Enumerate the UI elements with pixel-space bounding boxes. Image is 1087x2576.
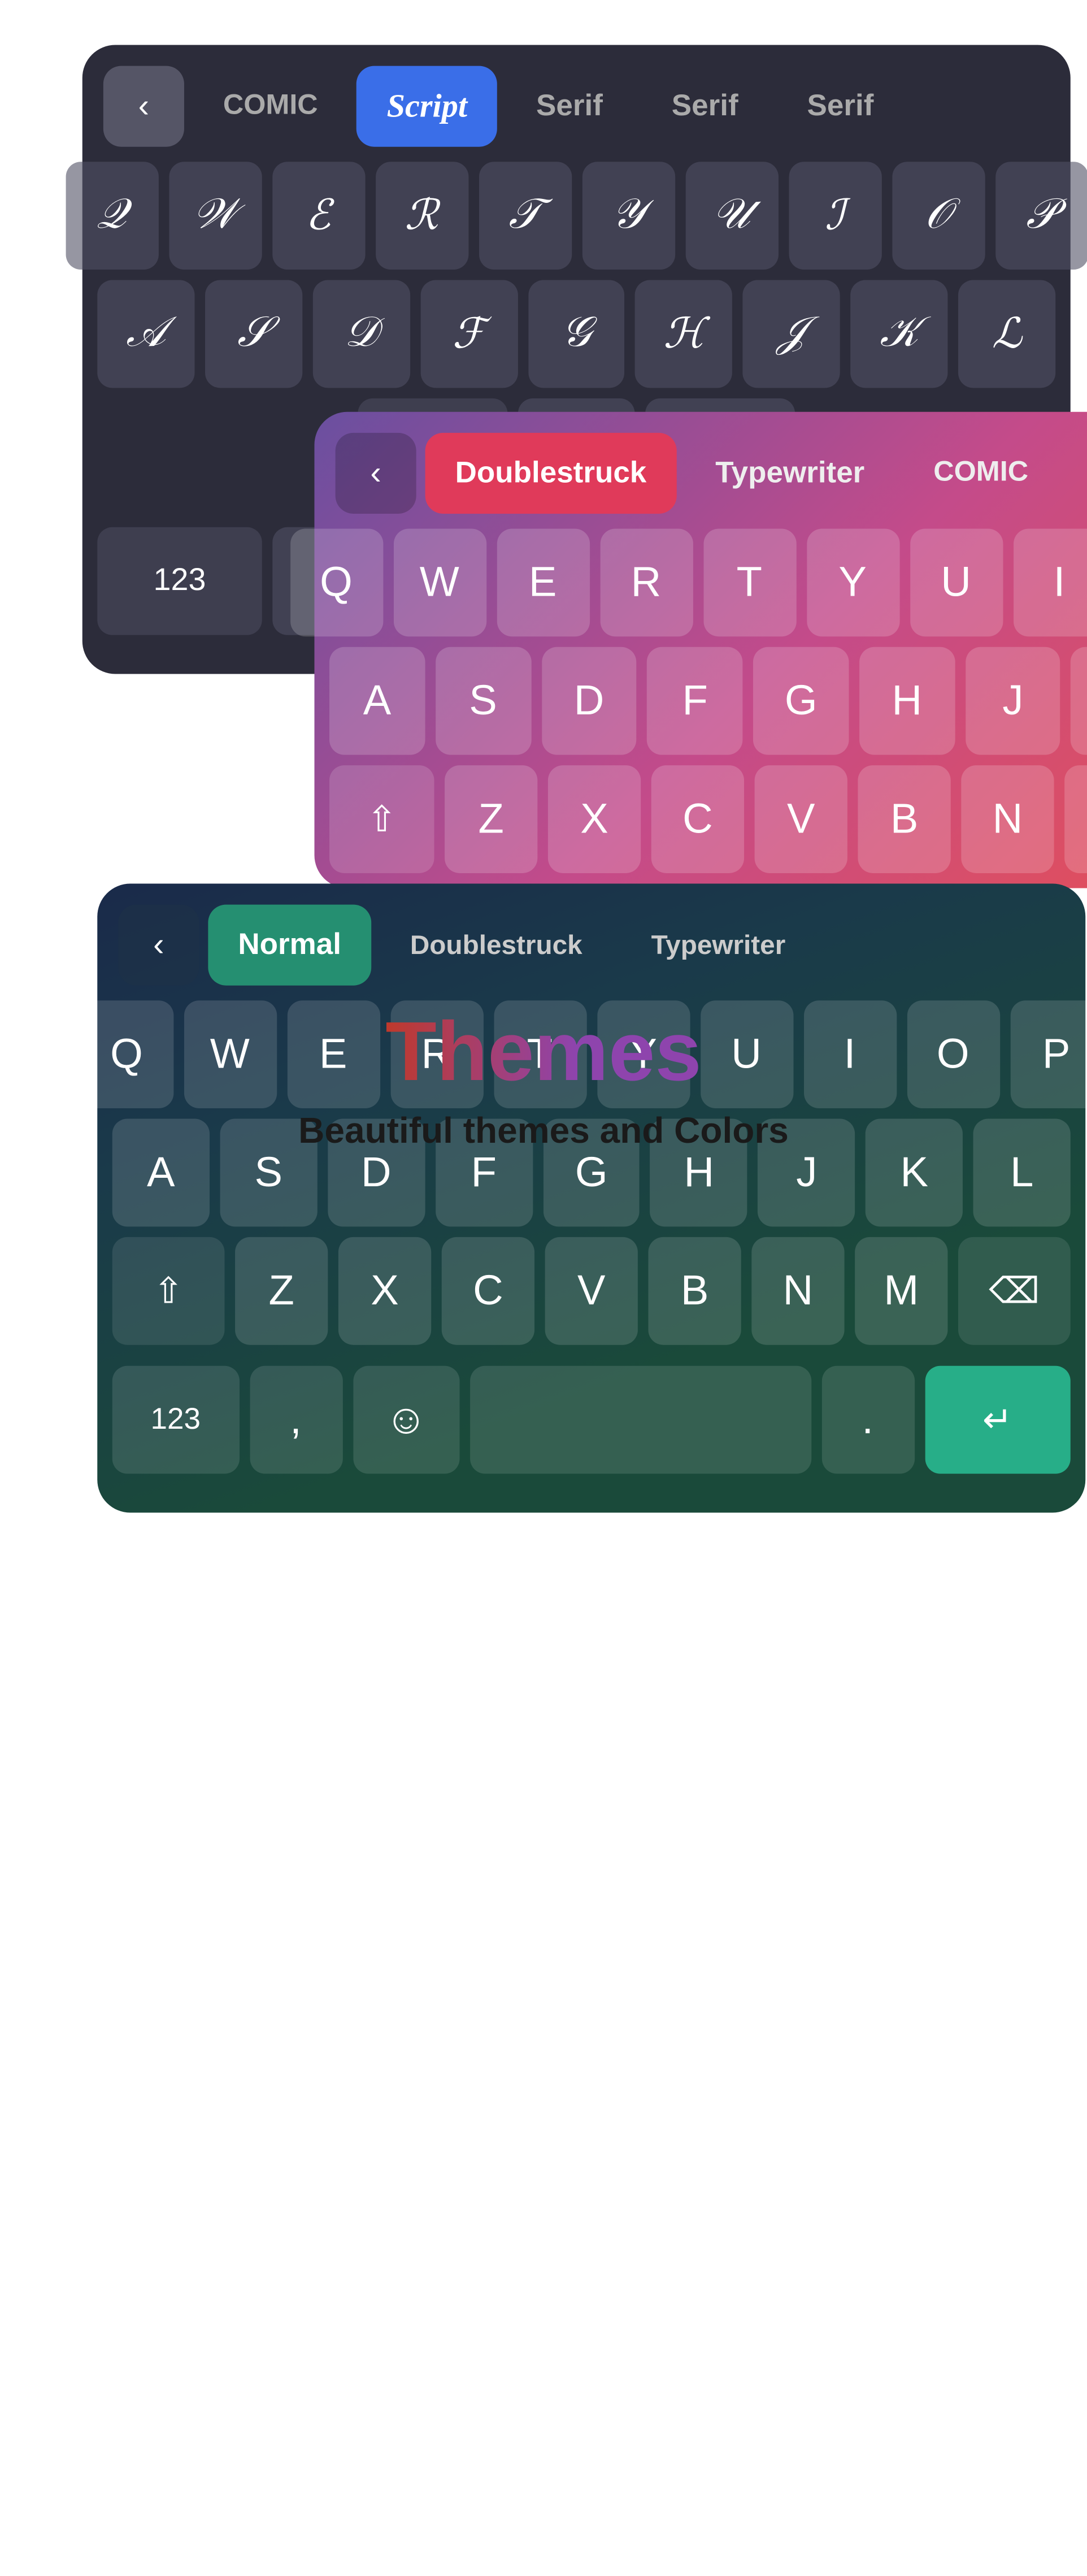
key-s2[interactable]: S <box>436 647 531 755</box>
key-a2[interactable]: A <box>329 647 425 755</box>
key-123-3[interactable]: 123 <box>112 1366 239 1474</box>
key-r[interactable]: ℛ <box>375 162 468 270</box>
key-emoji3[interactable]: ☺ <box>353 1366 459 1474</box>
kb1-tab-serif3[interactable]: Serif <box>777 66 904 147</box>
key-v2[interactable]: V <box>755 765 847 873</box>
kb1-tab-row: ‹ COMIC Script Serif Serif Serif <box>97 66 1055 147</box>
kb3-row4: 123 , ☺ . ↵ <box>112 1366 1071 1486</box>
key-q2[interactable]: Q <box>290 528 382 636</box>
key-s[interactable]: 𝒮 <box>205 280 302 388</box>
key-n2[interactable]: N <box>961 765 1054 873</box>
key-r2[interactable]: R <box>599 528 692 636</box>
key-b2[interactable]: B <box>858 765 950 873</box>
kb1-tab-script[interactable]: Script <box>357 66 498 147</box>
key-n3[interactable]: N <box>751 1237 844 1345</box>
kb2-tab-doublestruck[interactable]: Doublestruck <box>425 433 677 514</box>
kb1-tab-comic[interactable]: COMIC <box>193 66 348 147</box>
kb1-back-button[interactable]: ‹ <box>103 66 184 147</box>
key-period3[interactable]: . <box>821 1366 914 1474</box>
key-h2[interactable]: H <box>859 647 955 755</box>
key-p[interactable]: 𝒫 <box>995 162 1087 270</box>
kb2-back-button[interactable]: ‹ <box>336 433 416 514</box>
key-enter3[interactable]: ↵ <box>924 1366 1070 1474</box>
kb1-tab-serif1[interactable]: Serif <box>506 66 633 147</box>
key-comma3[interactable]: , <box>249 1366 342 1474</box>
key-backspace3[interactable]: ⌫ <box>958 1237 1071 1345</box>
themes-section: Themes Beautiful themes and Colors <box>0 972 1087 1196</box>
key-q[interactable]: 𝒬 <box>65 162 158 270</box>
key-shift2[interactable]: ⇧ <box>329 765 434 873</box>
page-container: ‹ COMIC Script Serif Serif Serif 𝒬 𝒲 ℰ ℛ… <box>0 0 1087 1695</box>
kb2-rows: Q W E R T Y U I O P A S D <box>329 528 1087 888</box>
key-t[interactable]: 𝒯 <box>479 162 571 270</box>
key-u[interactable]: 𝒰 <box>685 162 777 270</box>
kb2-row3: ⇧ Z X C V B N M ⌫ <box>329 765 1087 888</box>
key-c2[interactable]: C <box>651 765 744 873</box>
key-x2[interactable]: X <box>548 765 641 873</box>
key-b3[interactable]: B <box>648 1237 741 1345</box>
key-d[interactable]: 𝒟 <box>312 280 410 388</box>
key-shift3[interactable]: ⇧ <box>112 1237 225 1345</box>
key-f2[interactable]: F <box>647 647 743 755</box>
scale-wrapper: ‹ COMIC Script Serif Serif Serif 𝒬 𝒲 ℰ ℛ… <box>0 0 1087 2576</box>
key-y[interactable]: 𝒴 <box>582 162 675 270</box>
key-v3[interactable]: V <box>545 1237 638 1345</box>
key-w2[interactable]: W <box>393 528 486 636</box>
key-f[interactable]: ℱ <box>420 280 518 388</box>
key-space3[interactable] <box>470 1366 811 1474</box>
themes-title: Themes <box>385 1006 701 1098</box>
keyboard-2: ‹ Doublestruck Typewriter COMIC Q W E R … <box>315 412 1087 888</box>
key-o[interactable]: 𝒪 <box>892 162 984 270</box>
key-j[interactable]: 𝒥 <box>743 280 840 388</box>
key-g[interactable]: 𝒢 <box>528 280 625 388</box>
key-z3[interactable]: Z <box>235 1237 328 1345</box>
keyboards-area: ‹ COMIC Script Serif Serif Serif 𝒬 𝒲 ℰ ℛ… <box>0 0 1087 972</box>
key-y2[interactable]: Y <box>806 528 899 636</box>
key-123[interactable]: 123 <box>97 527 262 635</box>
kb1-row1: 𝒬 𝒲 ℰ ℛ 𝒯 𝒴 𝒰 ℐ 𝒪 𝒫 <box>97 162 1055 270</box>
key-j2[interactable]: J <box>965 647 1060 755</box>
key-w[interactable]: 𝒲 <box>168 162 261 270</box>
key-l[interactable]: ℒ <box>958 280 1055 388</box>
key-c3[interactable]: C <box>442 1237 534 1345</box>
key-x3[interactable]: X <box>338 1237 431 1345</box>
kb1-row2: 𝒜 𝒮 𝒟 ℱ 𝒢 ℋ 𝒥 𝒦 ℒ <box>97 280 1055 388</box>
key-k2[interactable]: K <box>1071 647 1087 755</box>
key-i[interactable]: ℐ <box>788 162 881 270</box>
key-d2[interactable]: D <box>541 647 637 755</box>
kb2-tab-comic[interactable]: COMIC <box>903 433 1058 514</box>
key-t2[interactable]: T <box>703 528 795 636</box>
key-g2[interactable]: G <box>753 647 849 755</box>
kb2-tab-row: ‹ Doublestruck Typewriter COMIC <box>329 433 1087 514</box>
key-z2[interactable]: Z <box>445 765 537 873</box>
key-i2[interactable]: I <box>1013 528 1087 636</box>
themes-subtitle: Beautiful themes and Colors <box>298 1109 789 1151</box>
key-h[interactable]: ℋ <box>636 280 733 388</box>
key-e2[interactable]: E <box>496 528 589 636</box>
kb1-tab-serif2[interactable]: Serif <box>642 66 768 147</box>
key-a[interactable]: 𝒜 <box>97 280 194 388</box>
kb2-tab-typewriter[interactable]: Typewriter <box>685 433 894 514</box>
key-k[interactable]: 𝒦 <box>851 280 948 388</box>
key-m3[interactable]: M <box>855 1237 947 1345</box>
kb3-row3: ⇧ Z X C V B N M ⌫ <box>112 1237 1071 1345</box>
kb2-row1: Q W E R T Y U I O P <box>329 528 1087 636</box>
key-e[interactable]: ℰ <box>272 162 364 270</box>
key-u2[interactable]: U <box>910 528 1002 636</box>
key-m2[interactable]: M <box>1064 765 1087 873</box>
kb2-row2: A S D F G H J K L <box>329 647 1087 755</box>
